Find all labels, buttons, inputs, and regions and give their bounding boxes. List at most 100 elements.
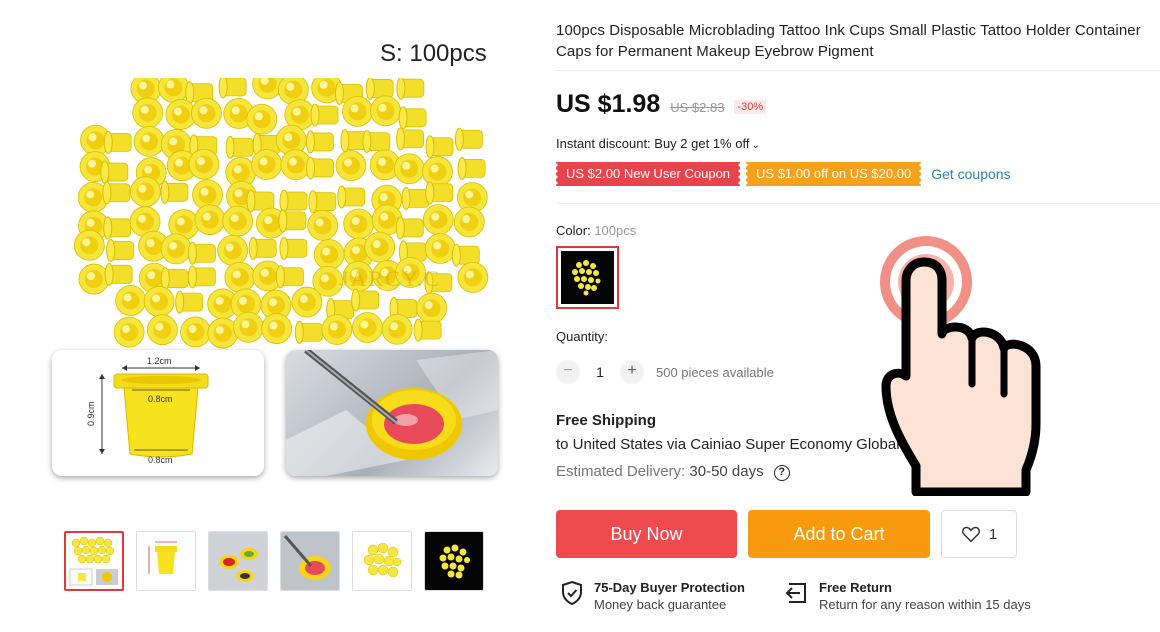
- estimated-delivery: Estimated Delivery: 30-50 days ?: [556, 463, 790, 481]
- quantity-stepper: − 1 + 500 pieces available: [556, 360, 774, 384]
- quantity-decrease-button[interactable]: −: [556, 360, 580, 384]
- yellow-cup: [103, 130, 132, 154]
- thumbnail-1[interactable]: [64, 531, 124, 591]
- dim-height-label: 0.9cm: [86, 401, 96, 426]
- new-user-coupon[interactable]: US $2.00 New User Coupon: [553, 162, 743, 186]
- quantity-available: 500 pieces available: [656, 364, 774, 380]
- thumbnail-4[interactable]: [280, 531, 340, 591]
- yellow-cup: [457, 156, 486, 180]
- free-return-sub: Return for any reason within 15 days: [819, 597, 1031, 612]
- yellow-cup: [100, 160, 129, 184]
- yellow-cup: [180, 316, 211, 348]
- ink-cup-photo-inset: [286, 350, 498, 476]
- yellow-cup: [160, 233, 192, 265]
- estimated-delivery-days: 30-50 days: [689, 463, 764, 480]
- yellow-cup: [133, 125, 165, 157]
- yellow-cup: [130, 176, 161, 208]
- yellow-cup: [73, 229, 105, 261]
- current-price: US $1.98: [556, 90, 661, 118]
- yellow-cup: [306, 156, 334, 180]
- yellow-cup: [275, 265, 304, 289]
- yellow-cup: [352, 312, 383, 343]
- yellow-cup: [78, 263, 110, 295]
- yellow-cup: [416, 292, 448, 324]
- yellow-cup: [103, 216, 132, 240]
- yellow-cup: [115, 285, 147, 316]
- yellow-cup: [160, 180, 189, 204]
- ink-cup-with-needle: [286, 350, 498, 476]
- watermark-text: JARCY.C: [340, 266, 442, 291]
- dimension-diagram-inset: 1.2cm 0.8cm 0.9cm 0.8cm: [52, 350, 264, 476]
- yellow-cup: [454, 127, 483, 151]
- yellow-cup: [425, 135, 454, 159]
- yellow-cup: [396, 127, 424, 151]
- quantity-value[interactable]: 1: [580, 364, 620, 380]
- return-arrow-icon: [785, 583, 806, 603]
- instant-discount-dropdown[interactable]: Instant discount: Buy 2 get 1% off ⌄: [556, 136, 760, 151]
- yellow-cup: [217, 234, 249, 266]
- yellow-cup: [187, 265, 216, 289]
- yellow-cup: [248, 236, 277, 260]
- yellow-cup: [294, 320, 323, 344]
- buyer-protection-sub: Money back guarantee: [594, 597, 727, 612]
- tap-gesture-hand-icon: [880, 236, 1041, 496]
- chevron-down-icon: ⌄: [751, 140, 760, 151]
- yellow-cup: [207, 317, 239, 349]
- yellow-cup: [381, 313, 413, 345]
- get-coupons-link[interactable]: Get coupons: [931, 166, 1010, 182]
- wishlist-button[interactable]: 1: [941, 510, 1017, 558]
- instant-discount-text: Instant discount: Buy 2 get 1% off: [556, 136, 750, 151]
- wishlist-count: 1: [988, 525, 998, 543]
- shipping-title: Free Shipping: [556, 412, 657, 429]
- yellow-cup: [291, 286, 323, 318]
- store-coupon[interactable]: US $1.00 off on US $20.00: [744, 162, 924, 186]
- shipping-destination[interactable]: to United States via Cainiao Super Econo…: [556, 436, 900, 453]
- yellow-cup: [233, 311, 264, 343]
- dim-bottom-inner-label: 0.8cm: [148, 455, 173, 465]
- yellow-cup: [218, 78, 247, 99]
- yellow-cup: [305, 130, 334, 154]
- yellow-cup: [362, 130, 391, 154]
- free-return-title: Free Return: [819, 580, 892, 595]
- yellow-cup: [395, 216, 424, 240]
- yellow-cup: [422, 204, 454, 236]
- yellow-cup: [246, 103, 278, 135]
- yellow-cup: [175, 290, 204, 314]
- main-product-image[interactable]: S: 100pcs JARCY.C 1.2cm 0.8cm 0.9cm 0.8c…: [40, 20, 510, 510]
- coupon-row: US $2.00 New User Coupon US $1.00 off on…: [553, 162, 1011, 186]
- size-label: S: 100pcs: [380, 40, 487, 67]
- color-value: 100pcs: [594, 223, 637, 238]
- thumbnail-3[interactable]: [208, 531, 268, 591]
- yellow-cup: [424, 233, 456, 264]
- free-return: Free Return Return for any reason within…: [783, 580, 1031, 613]
- price-row: US $1.98 US $2.83 -30%: [556, 90, 767, 119]
- thumbnail-5[interactable]: [352, 531, 412, 591]
- yellow-cup: [321, 314, 353, 345]
- yellow-cup: [261, 313, 292, 344]
- yellow-cup: [225, 135, 254, 159]
- buyer-protection-title: 75-Day Buyer Protection: [594, 580, 745, 595]
- yellow-cup: [194, 204, 226, 236]
- yellow-cup: [102, 181, 131, 205]
- help-icon[interactable]: ?: [773, 465, 790, 481]
- yellow-cup: [106, 239, 135, 263]
- thumbnail-2[interactable]: [136, 531, 196, 591]
- yellow-cup: [308, 190, 337, 214]
- yellow-cup: [401, 186, 430, 210]
- yellow-cup: [278, 209, 307, 233]
- buy-now-button[interactable]: Buy Now: [556, 510, 737, 558]
- yellow-cup: [158, 78, 189, 103]
- yellow-cup: [251, 149, 283, 180]
- dim-width-label: 1.2cm: [147, 356, 172, 366]
- divider: [556, 203, 1160, 204]
- yellow-cup: [143, 286, 175, 317]
- color-swatch-100pcs[interactable]: [556, 246, 619, 309]
- yellow-cup: [398, 106, 427, 130]
- quantity-increase-button[interactable]: +: [620, 360, 644, 384]
- yellow-cup: [113, 316, 145, 348]
- thumbnail-6[interactable]: [424, 531, 484, 591]
- divider: [556, 70, 1160, 71]
- yellow-cup: [104, 262, 133, 286]
- yellow-cup: [425, 181, 454, 205]
- add-to-cart-button[interactable]: Add to Cart: [748, 510, 930, 558]
